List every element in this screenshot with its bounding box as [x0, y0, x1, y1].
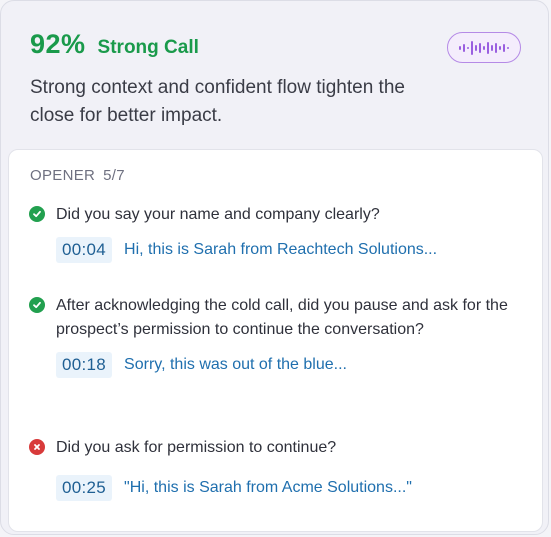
transcript-snippet[interactable]: 00:04 Hi, this is Sarah from Reachtech S… [56, 237, 529, 263]
transcript-snippet[interactable]: 00:25 "Hi, this is Sarah from Acme Solut… [56, 475, 529, 501]
question-text: Did you ask for permission to continue? [56, 439, 337, 456]
score-summary: Strong context and confident flow tighte… [30, 77, 405, 126]
transcript-quote[interactable]: Hi, this is Sarah from Reachtech Solutio… [124, 241, 437, 259]
timestamp-link[interactable]: 00:04 [56, 237, 113, 263]
score-rating-label: Strong Call [97, 37, 199, 58]
x-circle-icon [29, 439, 45, 455]
timestamp-link[interactable]: 00:18 [56, 352, 113, 378]
play-audio-button[interactable] [447, 32, 521, 63]
section-count: 5/7 [103, 167, 125, 184]
waveform-icon [459, 40, 509, 55]
question-row: After acknowledging the cold call, did y… [29, 294, 529, 342]
checklist-item: Did you say your name and company clearl… [29, 203, 529, 263]
question-row: Did you say your name and company clearl… [29, 203, 529, 227]
score-percentage: 92% [30, 29, 86, 59]
question-text: After acknowledging the cold call, did y… [56, 297, 508, 338]
check-circle-icon [29, 297, 45, 313]
section-header: OPENER 5/7 [30, 167, 125, 184]
transcript-quote[interactable]: "Hi, this is Sarah from Acme Solutions..… [124, 479, 412, 497]
transcript-quote[interactable]: Sorry, this was out of the blue... [124, 356, 347, 374]
call-score-card: 92% Strong Call Strong context and confi… [0, 0, 549, 535]
section-name: OPENER [30, 167, 96, 184]
check-circle-icon [29, 206, 45, 222]
checklist-panel: OPENER 5/7 Did you say your name and comp… [8, 149, 543, 532]
transcript-snippet[interactable]: 00:18 Sorry, this was out of the blue... [56, 352, 529, 378]
question-row: Did you ask for permission to continue? [29, 436, 529, 460]
checklist-item: Did you ask for permission to continue? … [29, 436, 529, 501]
score-row: 92% Strong Call [30, 29, 199, 60]
checklist-item: After acknowledging the cold call, did y… [29, 294, 529, 378]
score-header: 92% Strong Call Strong context and confi… [1, 1, 548, 149]
question-text: Did you say your name and company clearl… [56, 206, 380, 223]
timestamp-link[interactable]: 00:25 [56, 475, 113, 501]
